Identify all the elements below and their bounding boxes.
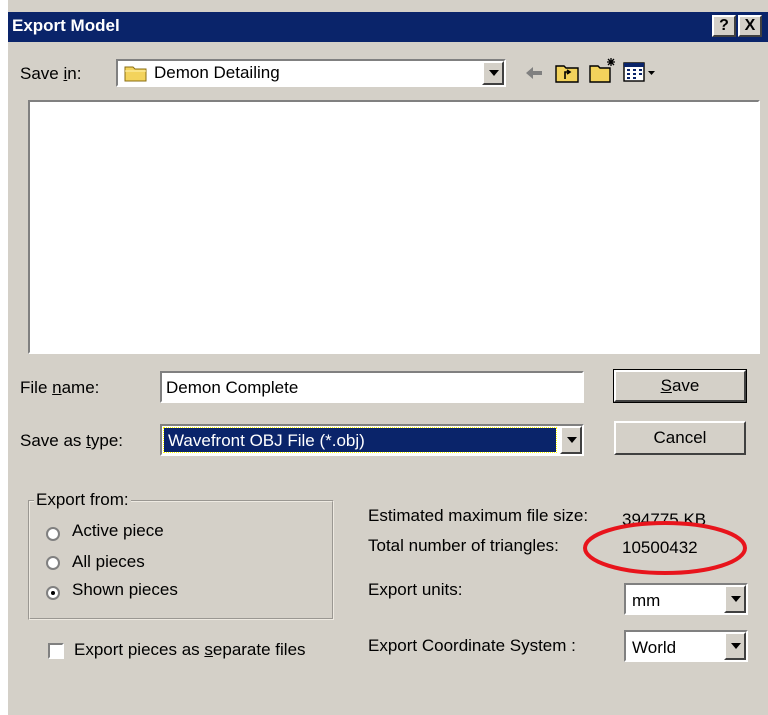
file-list-area[interactable] [28,100,760,354]
radio-all-pieces-label[interactable]: All pieces [72,552,145,572]
back-arrow-icon[interactable] [524,64,544,82]
coordinate-system-dropdown-button[interactable] [724,632,746,660]
dialog-title: Export Model [12,16,120,35]
save-in-combo[interactable]: Demon Detailing [116,59,506,87]
help-button[interactable]: ? [712,15,736,37]
radio-active-piece[interactable] [46,527,60,541]
export-units-label: Export units: [368,580,463,599]
annotation-circle [583,521,747,575]
radio-shown-pieces-label[interactable]: Shown pieces [72,580,178,600]
save-as-type-label: Save as type: [20,431,124,450]
coordinate-system-label: Export Coordinate System : [368,636,576,655]
title-bar[interactable]: Export Model ? X [8,12,768,42]
file-size-label: Estimated maximum file size: [368,506,589,525]
coordinate-system-combo[interactable]: World [624,630,748,662]
chevron-down-icon [731,596,741,602]
export-units-value: mm [632,591,661,610]
separate-files-label[interactable]: Export pieces as separate files [74,640,306,660]
up-one-level-icon[interactable] [554,60,580,84]
chevron-down-icon [567,437,577,443]
save-as-type-dropdown-button[interactable] [560,426,582,454]
export-model-dialog: Export Model ? X Save in: Demon Detailin… [8,0,768,715]
separate-files-checkbox[interactable] [48,643,64,659]
chevron-down-icon [731,643,741,649]
view-menu-icon[interactable] [622,60,658,84]
close-button[interactable]: X [738,15,762,37]
new-folder-icon[interactable] [588,56,618,84]
triangles-label: Total number of triangles: [368,536,559,555]
save-as-type-combo[interactable]: Wavefront OBJ File (*.obj) [160,424,584,456]
file-name-label: File name: [20,378,100,397]
radio-active-piece-label[interactable]: Active piece [72,521,164,541]
save-button[interactable]: Save [613,369,747,403]
save-in-value: Demon Detailing [154,63,280,82]
radio-all-pieces[interactable] [46,556,60,570]
folder-icon [124,66,147,82]
chevron-down-icon [489,70,499,76]
export-units-dropdown-button[interactable] [724,585,746,613]
file-name-input[interactable]: Demon Complete [160,371,584,403]
file-name-value: Demon Complete [166,378,299,397]
export-units-combo[interactable]: mm [624,583,748,615]
save-as-type-value: Wavefront OBJ File (*.obj) [168,431,365,450]
cancel-button[interactable]: Cancel [614,421,746,455]
coordinate-system-value: World [632,638,677,657]
radio-shown-pieces[interactable] [46,586,60,600]
save-in-label: Save in: [20,64,82,83]
export-from-title: Export from: [34,490,131,510]
save-in-dropdown-button[interactable] [482,61,504,85]
